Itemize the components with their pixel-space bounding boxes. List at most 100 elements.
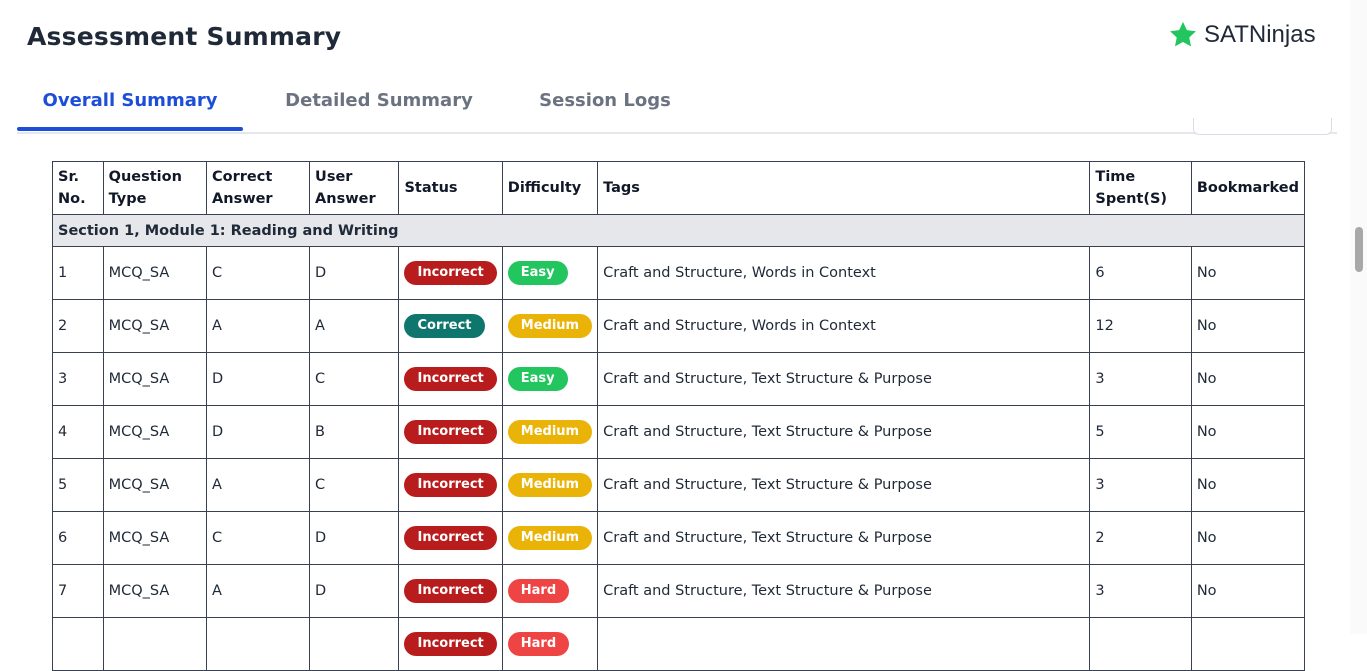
status-cell: Incorrect	[398, 246, 503, 300]
difficulty-cell: Easy	[501, 352, 599, 406]
table-row: 7 MCQ_SA A D Incorrect Hard Craft and Structur…	[52, 564, 1306, 618]
header-bookmarked: Bookmarked	[1190, 161, 1306, 215]
table-row: Incorrect Hard	[52, 617, 1306, 671]
table-header-row: Sr. No. Question Type Correct Answer Use…	[52, 161, 1306, 215]
status-badge: Incorrect	[404, 367, 497, 391]
user-answer-cell	[309, 617, 400, 671]
header-question-type: Question Type	[102, 161, 208, 215]
status-cell: Incorrect	[398, 405, 503, 459]
question-type-cell: MCQ_SA	[102, 352, 208, 406]
logo[interactable]: SATNinjas	[1168, 20, 1316, 50]
tags-cell: Craft and Structure, Words in Context	[597, 299, 1091, 353]
status-cell: Incorrect	[398, 564, 503, 618]
difficulty-cell: Medium	[501, 405, 599, 459]
tags-cell: Craft and Structure, Text Structure & Pu…	[597, 405, 1091, 459]
tags-cell: Craft and Structure, Text Structure & Pu…	[597, 564, 1091, 618]
scrollbar-thumb[interactable]	[1355, 227, 1363, 272]
correct-answer-cell: C	[206, 511, 311, 565]
correct-answer-cell: C	[206, 246, 311, 300]
difficulty-badge: Medium	[507, 526, 593, 550]
tab-detailed-summary[interactable]: Detailed Summary	[271, 86, 487, 130]
difficulty-cell: Medium	[501, 299, 599, 353]
tags-cell: Craft and Structure, Text Structure & Pu…	[597, 458, 1091, 512]
correct-answer-cell: D	[206, 405, 311, 459]
difficulty-badge: Medium	[507, 314, 593, 338]
page-title: Assessment Summary	[27, 22, 342, 51]
tags-cell: Craft and Structure, Text Structure & Pu…	[597, 511, 1091, 565]
difficulty-cell: Medium	[501, 458, 599, 512]
difficulty-badge: Medium	[507, 473, 593, 497]
question-type-cell: MCQ_SA	[102, 299, 208, 353]
table-row: 2 MCQ_SA A A Correct Medium Craft and Structur…	[52, 299, 1306, 353]
bookmarked-cell: No	[1190, 299, 1306, 353]
star-icon	[1170, 21, 1196, 47]
difficulty-badge: Easy	[507, 261, 568, 285]
time-spent-cell: 3	[1089, 564, 1192, 618]
bookmarked-cell: No	[1190, 511, 1306, 565]
status-cell: Incorrect	[398, 352, 503, 406]
difficulty-cell: Easy	[501, 246, 599, 300]
table-row: 6 MCQ_SA C D Incorrect Medium Craft and Struct…	[52, 511, 1306, 565]
time-spent-cell	[1089, 617, 1192, 671]
tags-cell	[597, 617, 1091, 671]
question-type-cell	[102, 617, 208, 671]
user-answer-cell: C	[309, 458, 400, 512]
bookmarked-cell: No	[1190, 352, 1306, 406]
tags-cell: Craft and Structure, Words in Context	[597, 246, 1091, 300]
correct-answer-cell: A	[206, 458, 311, 512]
bookmarked-cell	[1190, 617, 1306, 671]
correct-answer-cell: D	[206, 352, 311, 406]
bookmarked-cell: No	[1190, 458, 1306, 512]
question-type-cell: MCQ_SA	[102, 564, 208, 618]
header-tags: Tags	[597, 161, 1091, 215]
question-type-cell: MCQ_SA	[102, 458, 208, 512]
time-spent-cell: 6	[1089, 246, 1192, 300]
status-cell: Correct	[398, 299, 503, 353]
header-user-answer: User Answer	[309, 161, 400, 215]
bookmarked-cell: No	[1190, 564, 1306, 618]
section-row: Section 1, Module 1: Reading and Writing	[52, 214, 1305, 247]
sr-no-cell: 3	[52, 352, 104, 406]
correct-answer-cell	[206, 617, 311, 671]
sr-no-cell: 5	[52, 458, 104, 512]
question-type-cell: MCQ_SA	[102, 405, 208, 459]
status-badge: Incorrect	[404, 526, 497, 550]
table-row: 3 MCQ_SA D C Incorrect Easy Craft and Structur…	[52, 352, 1306, 406]
difficulty-cell: Hard	[501, 617, 599, 671]
export-control[interactable]	[1193, 118, 1332, 135]
tab-overall-summary[interactable]: Overall Summary	[17, 86, 243, 131]
summary-table: Sr. No. Question Type Correct Answer Use…	[52, 161, 1306, 671]
status-cell: Incorrect	[398, 458, 503, 512]
header-sr-no: Sr. No.	[52, 161, 104, 215]
user-answer-cell: D	[309, 511, 400, 565]
table-row: 1 MCQ_SA C D Incorrect Easy Craft and Structur…	[52, 246, 1306, 300]
sr-no-cell: 2	[52, 299, 104, 353]
tab-bar: Overall Summary Detailed Summary Session…	[17, 86, 1337, 134]
vertical-scrollbar[interactable]	[1350, 0, 1367, 634]
correct-answer-cell: A	[206, 564, 311, 618]
status-badge: Incorrect	[404, 261, 497, 285]
sr-no-cell: 1	[52, 246, 104, 300]
status-badge: Incorrect	[404, 420, 497, 444]
difficulty-cell: Medium	[501, 511, 599, 565]
table-row: 4 MCQ_SA D B Incorrect Medium Craft and Struct…	[52, 405, 1306, 459]
sr-no-cell: 6	[52, 511, 104, 565]
question-type-cell: MCQ_SA	[102, 246, 208, 300]
logo-text: SATNinjas	[1204, 21, 1316, 48]
user-answer-cell: C	[309, 352, 400, 406]
time-spent-cell: 3	[1089, 458, 1192, 512]
header-time-spent: Time Spent(S)	[1089, 161, 1192, 215]
header-correct-answer: Correct Answer	[206, 161, 311, 215]
status-cell: Incorrect	[398, 511, 503, 565]
time-spent-cell: 12	[1089, 299, 1192, 353]
user-answer-cell: D	[309, 564, 400, 618]
header-difficulty: Difficulty	[501, 161, 599, 215]
tab-session-logs[interactable]: Session Logs	[525, 86, 685, 130]
sr-no-cell: 4	[52, 405, 104, 459]
user-answer-cell: D	[309, 246, 400, 300]
time-spent-cell: 2	[1089, 511, 1192, 565]
user-answer-cell: B	[309, 405, 400, 459]
difficulty-badge: Medium	[507, 420, 593, 444]
header-status: Status	[398, 161, 503, 215]
question-type-cell: MCQ_SA	[102, 511, 208, 565]
